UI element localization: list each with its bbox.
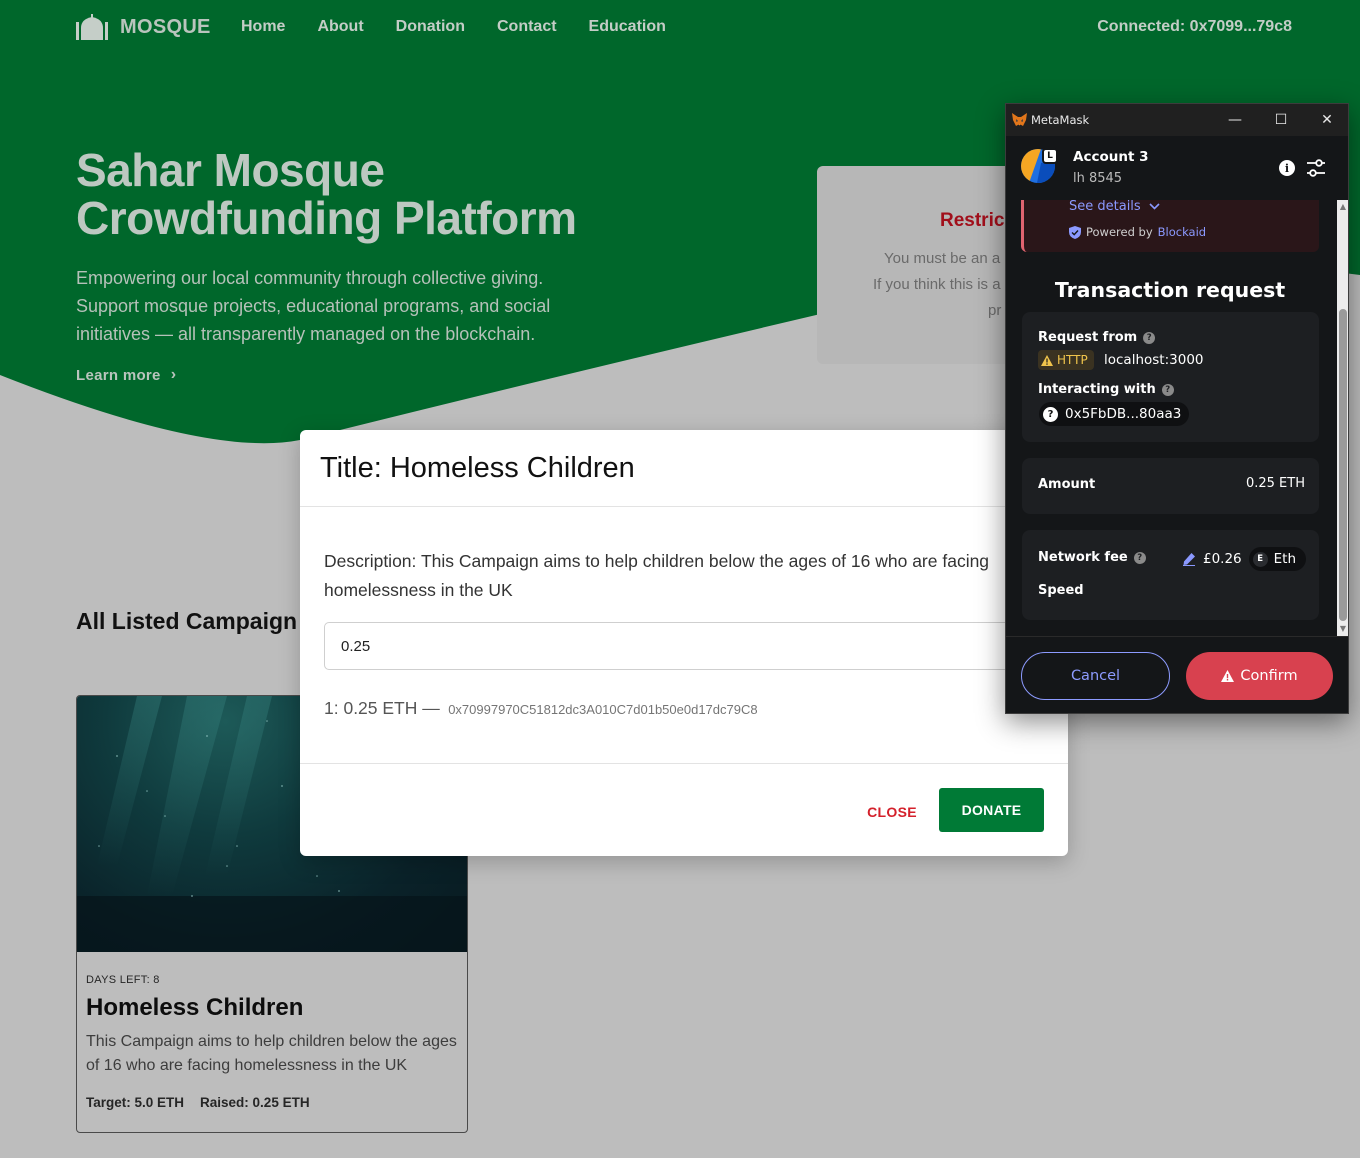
edit-fee-icon[interactable]: [1182, 552, 1196, 566]
http-warning-tag: HTTP: [1038, 350, 1094, 370]
action-footer: Cancel Confirm: [1006, 636, 1348, 713]
donor-entry: 1: 0.25 ETH — 0x70997970C51812dc3A010C7d…: [324, 698, 758, 719]
see-details-link[interactable]: See details: [1069, 200, 1160, 214]
shield-check-icon: [1069, 225, 1081, 239]
powered-by-label: Powered by: [1086, 225, 1153, 239]
maximize-icon[interactable]: ☐: [1258, 104, 1304, 136]
http-label: HTTP: [1057, 353, 1088, 367]
campaign-stats: Target: 5.0 ETH Raised: 0.25 ETH: [86, 1095, 310, 1110]
account-header: L Account 3 lh 8545 i: [1006, 136, 1348, 200]
network-badge: L: [1042, 148, 1058, 164]
divider: [300, 763, 1068, 764]
transaction-title: Transaction request: [1054, 278, 1286, 302]
campaign-description: This Campaign aims to help children belo…: [86, 1033, 457, 1074]
scroll-down-icon[interactable]: ▼: [1338, 624, 1348, 634]
interacting-with-label: Interacting with ?: [1038, 382, 1174, 397]
window-titlebar: MetaMask — ☐ ✕: [1006, 104, 1348, 136]
days-left: DAYS LEFT: 8: [86, 974, 160, 986]
modal-description: Description: This Campaign aims to help …: [324, 551, 990, 600]
request-from-text: Request from: [1038, 330, 1138, 345]
nav-link-education[interactable]: Education: [589, 18, 666, 36]
donor-address: 0x70997970C51812dc3A010C7d01b50e0d17dc79…: [448, 702, 758, 717]
chevron-down-icon: [1149, 203, 1160, 210]
security-alert: See details Powered by Blockaid: [1021, 200, 1319, 252]
close-icon[interactable]: ✕: [1304, 104, 1348, 136]
learn-more-label: Learn more: [76, 366, 161, 384]
brand-name: MOSQUE: [120, 15, 211, 38]
wallet-connected-status: Connected: 0x7099...79c8: [1097, 18, 1292, 35]
powered-by: Powered by Blockaid: [1069, 225, 1206, 239]
scrollbar-thumb[interactable]: [1339, 309, 1347, 621]
modal-title: Title: Homeless Children: [320, 452, 635, 484]
restricted-text-line: You must be an a: [884, 250, 1001, 267]
question-icon[interactable]: ?: [1161, 383, 1174, 396]
network-name: lh 8545: [1073, 171, 1123, 186]
request-details-panel: Request from ? HTTP localhost:3000 Inter…: [1022, 312, 1319, 442]
scroll-up-icon[interactable]: ▲: [1338, 202, 1348, 212]
settings-sliders-icon[interactable]: [1306, 159, 1326, 177]
close-button[interactable]: CLOSE: [857, 798, 927, 826]
metamask-fox-icon: [1012, 113, 1027, 126]
warning-icon: [1221, 670, 1235, 682]
see-details-label: See details: [1069, 200, 1141, 214]
nav-links: Home About Donation Contact Education: [241, 18, 666, 36]
campaigns-section-title: All Listed Campaign: [76, 608, 298, 634]
account-name[interactable]: Account 3: [1073, 149, 1149, 165]
question-icon[interactable]: ?: [1143, 331, 1156, 344]
learn-more-link[interactable]: Learn more ›: [76, 366, 176, 384]
confirm-label: Confirm: [1240, 668, 1298, 684]
donate-button[interactable]: DONATE: [939, 788, 1044, 832]
info-icon[interactable]: i: [1279, 160, 1295, 176]
campaign-title: Homeless Children: [86, 994, 304, 1021]
mosque-icon: [76, 14, 108, 40]
window-title: MetaMask: [1031, 113, 1090, 127]
network-fee-text: Network fee: [1038, 550, 1128, 565]
contract-address: 0x5FbDB...80aa3: [1065, 406, 1182, 422]
network-fee-value-group: £0.26 E Eth: [1182, 547, 1307, 571]
request-from-label: Request from ?: [1038, 330, 1156, 345]
eth-token-icon: E: [1252, 551, 1268, 567]
nav-link-contact[interactable]: Contact: [497, 18, 557, 36]
nav-link-home[interactable]: Home: [241, 18, 285, 36]
speed-label: Speed: [1038, 583, 1084, 598]
campaign-target: Target: 5.0 ETH: [86, 1095, 185, 1110]
contract-address-pill[interactable]: ? 0x5FbDB...80aa3: [1039, 402, 1190, 426]
amount-value: 0.25 ETH: [1245, 476, 1305, 491]
hero-title: Sahar Mosque Crowdfunding Platform: [76, 144, 577, 244]
network-fee-value: £0.26: [1203, 551, 1242, 567]
restricted-text-line: pr: [988, 302, 1002, 319]
unknown-contract-icon: ?: [1043, 406, 1058, 422]
restricted-text-line: If you think this is a: [873, 276, 1001, 293]
nav-link-donation[interactable]: Donation: [396, 18, 465, 36]
metamask-window: MetaMask — ☐ ✕ L Account 3 lh 8545 i See…: [1005, 103, 1349, 714]
request-origin: localhost:3000: [1104, 352, 1204, 368]
network-fee-panel: Network fee ? £0.26 E Eth Speed: [1022, 530, 1319, 620]
amount-panel: Amount 0.25 ETH: [1022, 458, 1319, 514]
donation-amount-input[interactable]: [324, 622, 1044, 670]
transaction-body: See details Powered by Blockaid Transact…: [1006, 200, 1348, 636]
confirm-button[interactable]: Confirm: [1186, 652, 1333, 700]
cancel-button[interactable]: Cancel: [1021, 652, 1170, 700]
fee-token: Eth: [1273, 551, 1297, 567]
amount-label: Amount: [1038, 477, 1096, 492]
network-fee-label: Network fee ?: [1038, 550, 1146, 565]
question-icon[interactable]: ?: [1133, 551, 1146, 564]
chevron-right-icon: ›: [170, 366, 177, 383]
restricted-title: Restric: [940, 210, 1005, 231]
brand[interactable]: MOSQUE: [76, 14, 211, 40]
nav-link-about[interactable]: About: [317, 18, 363, 36]
donor-amount: 1: 0.25 ETH —: [324, 698, 440, 718]
donation-modal: Title: Homeless Children Description: Th…: [300, 430, 1068, 856]
minimize-icon[interactable]: —: [1212, 104, 1258, 136]
warning-icon: [1041, 354, 1053, 366]
campaign-raised: Raised: 0.25 ETH: [200, 1095, 310, 1110]
hero-subtitle: Empowering our local community through c…: [76, 268, 551, 344]
divider: [300, 506, 1068, 507]
fee-token-pill[interactable]: E Eth: [1248, 547, 1307, 571]
navbar: MOSQUE Home About Donation Contact Educa…: [0, 0, 1360, 56]
blockaid-link[interactable]: Blockaid: [1158, 225, 1206, 239]
interacting-with-text: Interacting with: [1038, 382, 1156, 397]
